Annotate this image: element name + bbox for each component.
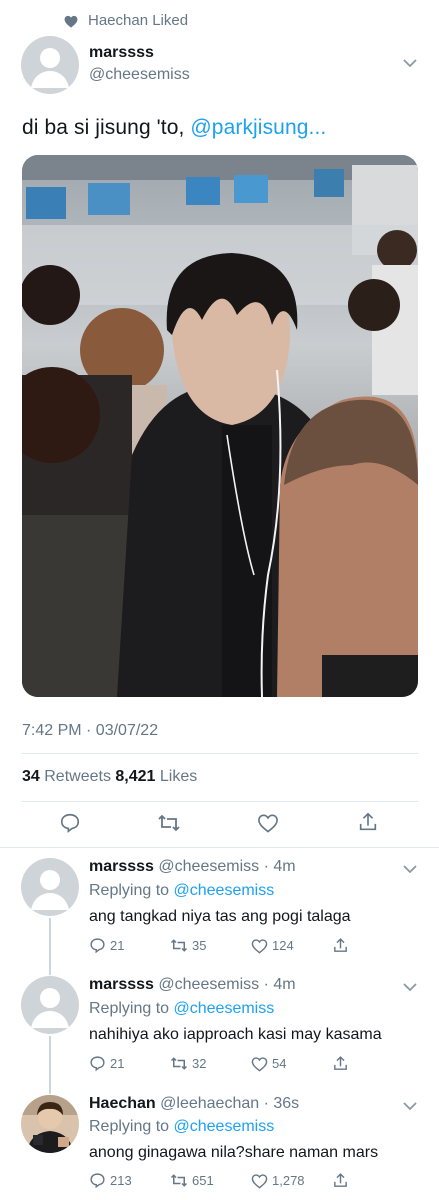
reply-count: 213 xyxy=(110,1173,132,1188)
share-icon xyxy=(334,938,347,952)
retweet-button[interactable]: 32 xyxy=(170,1055,251,1072)
thread-line xyxy=(49,918,51,975)
share-button[interactable] xyxy=(332,1172,413,1189)
chevron-down-icon[interactable] xyxy=(402,863,418,875)
share-icon xyxy=(334,1173,347,1187)
retweet-icon xyxy=(170,1057,188,1070)
tweet-stats: 34 Retweets 8,421 Likes xyxy=(22,768,197,786)
reply-header: marssss @cheesemiss · 4m xyxy=(89,858,296,876)
share-button[interactable] xyxy=(332,1055,413,1072)
chevron-down-icon[interactable] xyxy=(402,1100,418,1112)
retweets-label[interactable]: Retweets xyxy=(40,768,116,785)
retweets-count[interactable]: 34 xyxy=(22,768,40,785)
replying-to: Replying to @cheesemiss xyxy=(89,882,274,900)
social-context: Haechan Liked xyxy=(64,12,188,29)
author-name[interactable]: marssss xyxy=(89,976,154,993)
reply-icon[interactable] xyxy=(59,812,81,834)
reply-icon xyxy=(90,1173,105,1189)
retweet-count: 32 xyxy=(192,1056,207,1071)
tweet-timestamp[interactable]: 7:42 PM · 03/07/22 xyxy=(22,722,158,740)
retweet-button[interactable]: 651 xyxy=(170,1172,251,1189)
mention-link[interactable]: @cheesemiss xyxy=(174,1118,275,1135)
mention-link[interactable]: @cheesemiss xyxy=(174,882,275,899)
author-handle[interactable]: @cheesemiss xyxy=(89,66,190,84)
replying-label: Replying to xyxy=(89,882,174,899)
like-icon[interactable] xyxy=(257,813,279,833)
reply-text: ang tangkad niya tas ang pogi talaga xyxy=(89,908,351,925)
reply-button[interactable]: 21 xyxy=(89,1055,170,1072)
chevron-down-icon[interactable] xyxy=(402,57,418,69)
author-handle-time[interactable]: @cheesemiss · 4m xyxy=(154,976,295,993)
tweet-text: di ba si jisung 'to, @parkjisung... xyxy=(22,116,326,140)
mention-link[interactable]: @cheesemiss xyxy=(174,1000,275,1017)
author-handle-time[interactable]: @leehaechan · 36s xyxy=(156,1095,299,1112)
reply-count: 21 xyxy=(110,1056,125,1071)
like-count: 54 xyxy=(272,1056,287,1071)
thread-line xyxy=(49,1036,51,1094)
reply-text: anong ginagawa nila?share naman mars xyxy=(89,1144,379,1161)
reply-text: nahihiya ako iapproach kasi may kasama xyxy=(89,1026,382,1043)
like-count: 124 xyxy=(272,938,294,953)
retweet-icon xyxy=(170,1174,188,1187)
retweet-icon[interactable] xyxy=(157,812,181,834)
avatar[interactable] xyxy=(21,1095,79,1153)
author-name[interactable]: marssss xyxy=(89,44,154,62)
reply-count: 21 xyxy=(110,938,125,953)
like-icon xyxy=(251,1173,268,1189)
retweet-count: 35 xyxy=(192,938,207,953)
like-button[interactable]: 1,278 xyxy=(251,1173,332,1189)
author-handle-time[interactable]: @cheesemiss · 4m xyxy=(154,858,295,875)
divider xyxy=(0,847,439,848)
reply-header: marssss @cheesemiss · 4m xyxy=(89,976,296,994)
tweet-text-body: di ba si jisung 'to, xyxy=(22,116,191,139)
like-icon xyxy=(251,1056,268,1072)
likes-label[interactable]: Likes xyxy=(155,768,197,785)
like-button[interactable]: 54 xyxy=(251,1056,332,1072)
reply-icon xyxy=(90,938,105,954)
reply-icon xyxy=(90,1056,105,1072)
share-button[interactable] xyxy=(332,937,413,954)
like-count: 1,278 xyxy=(272,1173,305,1188)
share-icon xyxy=(334,1056,347,1070)
divider xyxy=(22,801,418,802)
reply-action-bar: 213 651 1,278 xyxy=(89,1172,413,1189)
reply-button[interactable]: 213 xyxy=(89,1172,170,1189)
retweet-icon xyxy=(170,939,188,952)
replying-to: Replying to @cheesemiss xyxy=(89,1118,274,1136)
reply-header: Haechan @leehaechan · 36s xyxy=(89,1095,299,1113)
chevron-down-icon[interactable] xyxy=(402,981,418,993)
replying-label: Replying to xyxy=(89,1000,174,1017)
avatar[interactable] xyxy=(21,858,79,916)
avatar[interactable] xyxy=(21,36,79,94)
replying-label: Replying to xyxy=(89,1118,174,1135)
avatar[interactable] xyxy=(21,976,79,1034)
tweet-photo[interactable] xyxy=(22,155,418,697)
likes-count[interactable]: 8,421 xyxy=(115,768,155,785)
retweet-count: 651 xyxy=(192,1173,214,1188)
like-button[interactable]: 124 xyxy=(251,938,332,954)
divider xyxy=(22,753,418,754)
reply-action-bar: 21 32 54 xyxy=(89,1055,413,1072)
retweet-button[interactable]: 35 xyxy=(170,937,251,954)
reply-action-bar: 21 35 124 xyxy=(89,937,413,954)
like-icon xyxy=(251,938,268,954)
replying-to: Replying to @cheesemiss xyxy=(89,1000,274,1018)
share-icon[interactable] xyxy=(357,811,379,833)
mention-link[interactable]: @parkjisung... xyxy=(190,116,326,139)
author-name[interactable]: marssss xyxy=(89,858,154,875)
author-name[interactable]: Haechan xyxy=(89,1095,156,1112)
social-context-label: Haechan Liked xyxy=(88,12,189,29)
reply-button[interactable]: 21 xyxy=(89,937,170,954)
